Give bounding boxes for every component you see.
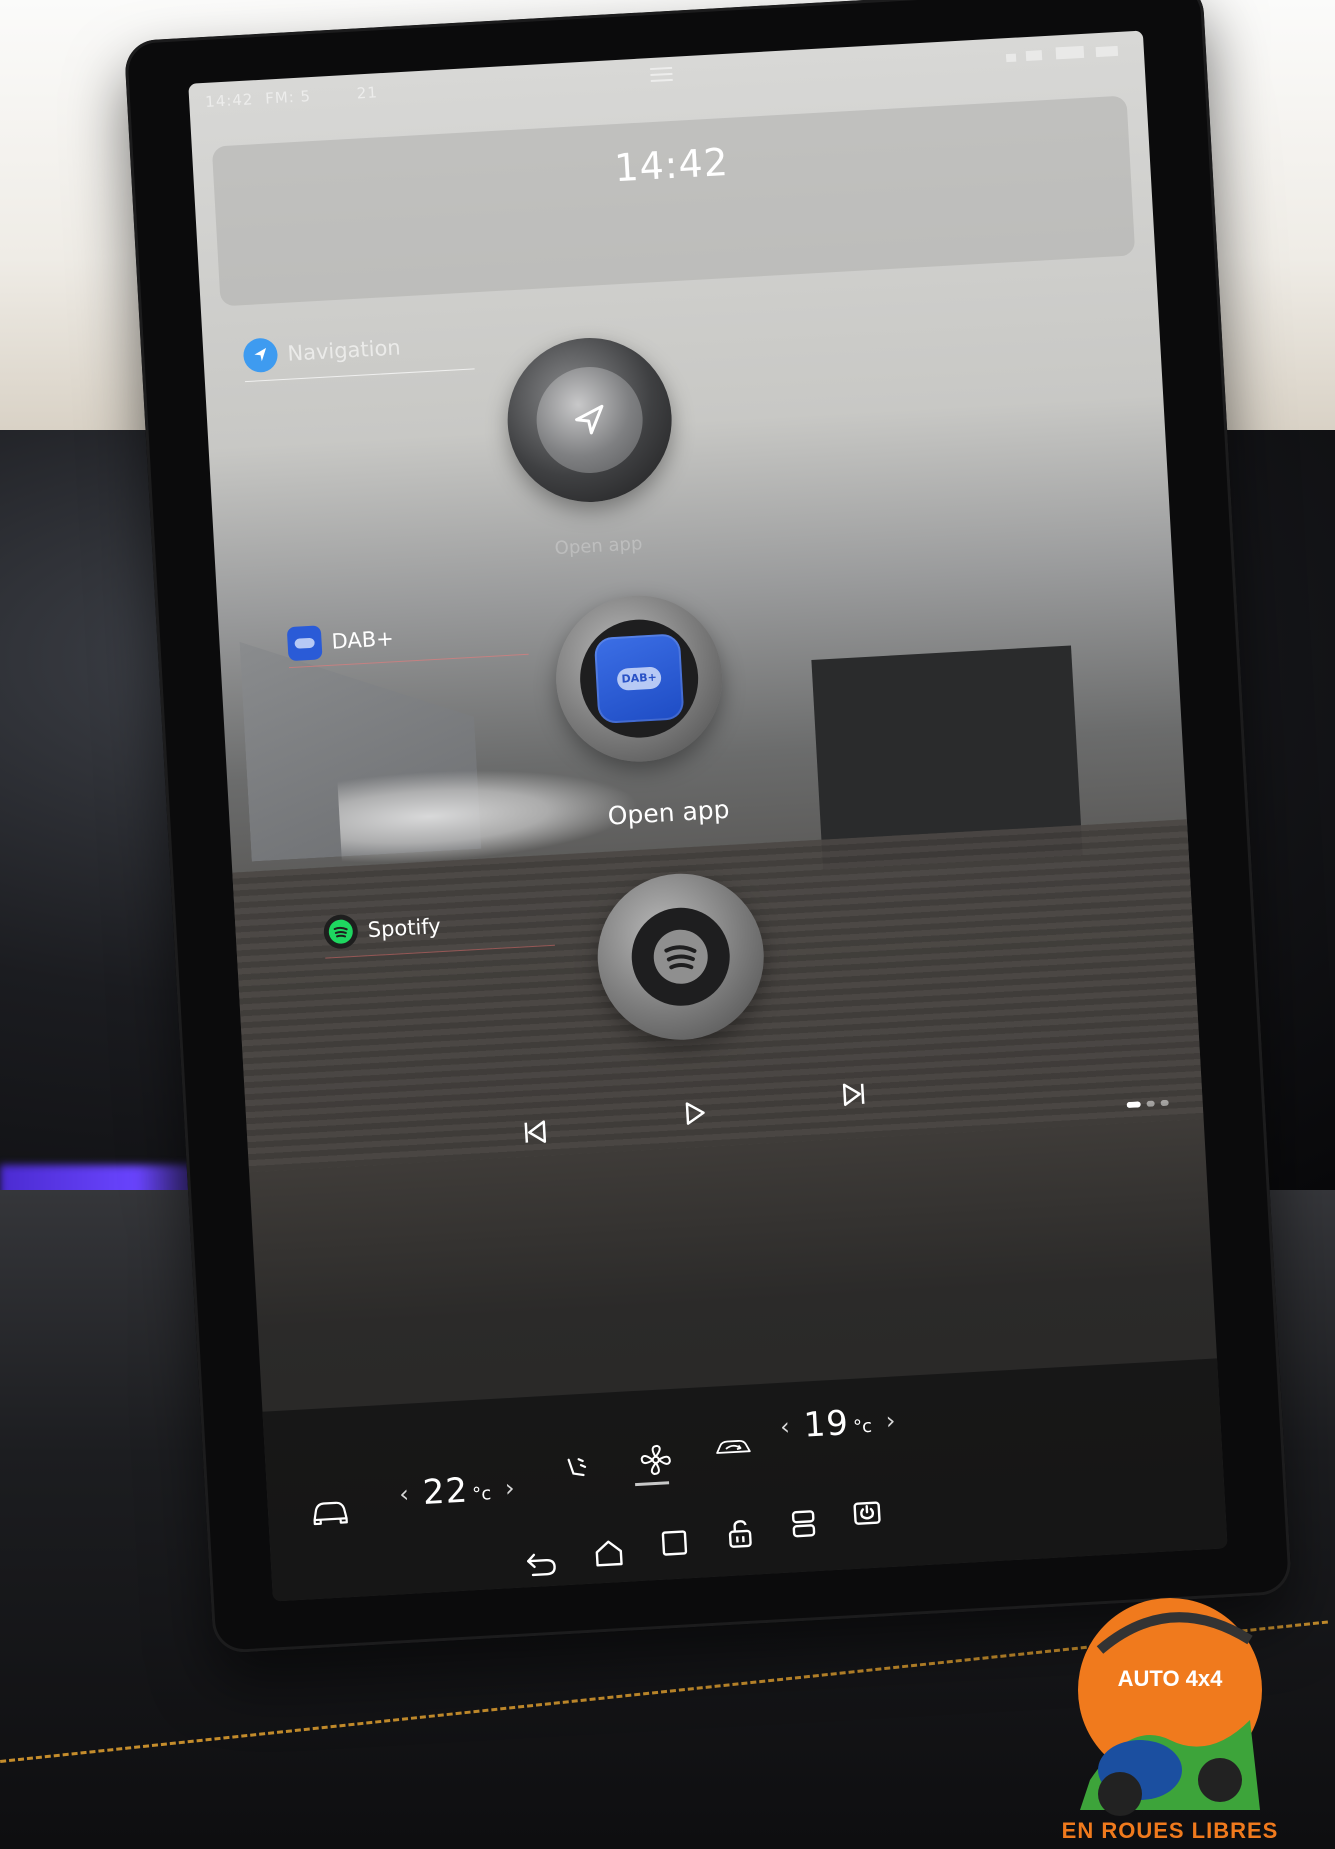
power-icon[interactable] [846,1491,888,1533]
car-icon[interactable] [309,1491,351,1533]
passenger-temp-unit: °c [852,1415,873,1438]
driver-temp-unit: °c [471,1482,492,1505]
watermark-logo: AUTO 4x4 EN ROUES LIBRES [1020,1570,1320,1849]
infotainment-display: 14:42 FM: 5 21 14:42 Navigation Open app… [123,0,1293,1654]
climate-bar: ‹ 22 °c › ‹ 19 °c › [262,1358,1228,1602]
status-radio: FM: 5 [264,87,312,108]
dab-tile-text: DAB+ [616,666,662,691]
watermark-tagline: EN ROUES LIBRES [1061,1818,1279,1843]
dab-widget-inner: DAB+ [576,616,702,741]
navigation-widget[interactable] [503,333,677,507]
open-app-label[interactable]: Open app [607,795,730,831]
navigation-label[interactable]: Navigation [242,330,402,374]
recents-icon[interactable] [653,1522,695,1564]
menu-icon[interactable] [648,65,675,89]
watermark-emblem [1078,1598,1262,1816]
watermark-brand: AUTO 4x4 [1117,1666,1223,1691]
clock-time: 14:42 [613,139,730,191]
dab-widget[interactable]: DAB+ [551,591,727,767]
navigation-app-icon [242,337,279,374]
navigation-faint-label: Open app [554,533,643,560]
status-extra: 21 [356,83,379,103]
passenger-temp-control[interactable]: ‹ 19 °c › [779,1401,896,1447]
wallpaper-cars [337,759,642,867]
radio-icon: DAB+ [593,633,685,724]
navigation-label-text: Navigation [286,335,402,366]
passenger-temp-increase[interactable]: › [885,1407,896,1435]
home-screen: 14:42 FM: 5 21 14:42 Navigation Open app… [188,30,1228,1602]
clock-card[interactable]: 14:42 [211,95,1136,307]
driver-temp-decrease[interactable]: ‹ [399,1480,410,1508]
fan-level-indicator [635,1481,670,1487]
status-indicators [1005,41,1127,68]
recirculation-icon[interactable] [712,1426,754,1468]
driver-temp-increase[interactable]: › [504,1474,515,1502]
back-icon[interactable] [520,1543,562,1585]
seat-airflow-icon[interactable] [555,1449,597,1491]
skip-previous-icon[interactable] [516,1113,554,1151]
status-time: 14:42 [204,90,254,111]
home-icon[interactable] [588,1532,630,1574]
skip-next-icon[interactable] [835,1075,873,1113]
navigation-widget-inner [533,364,646,476]
lock-icon[interactable] [719,1512,761,1554]
spotify-app-icon [322,913,359,950]
passenger-temp-value: 19 [802,1403,851,1446]
dab-label[interactable]: DAB+ [286,621,395,662]
spotify-label-text: Spotify [367,914,442,943]
dab-app-icon [286,625,323,662]
spotify-label[interactable]: Spotify [322,909,442,950]
spotify-icon [653,929,708,984]
driver-temp-control[interactable]: ‹ 22 °c › [398,1468,516,1514]
passenger-temp-decrease[interactable]: ‹ [779,1412,790,1440]
split-screen-icon[interactable] [782,1503,824,1545]
status-left: 14:42 FM: 5 21 [205,83,379,111]
play-icon[interactable] [676,1094,714,1132]
driver-temp-value: 22 [421,1470,470,1513]
spotify-widget-inner [629,905,733,1009]
navigation-arrow-icon [575,404,604,435]
fan-icon[interactable] [635,1439,677,1481]
dab-label-text: DAB+ [330,626,395,654]
